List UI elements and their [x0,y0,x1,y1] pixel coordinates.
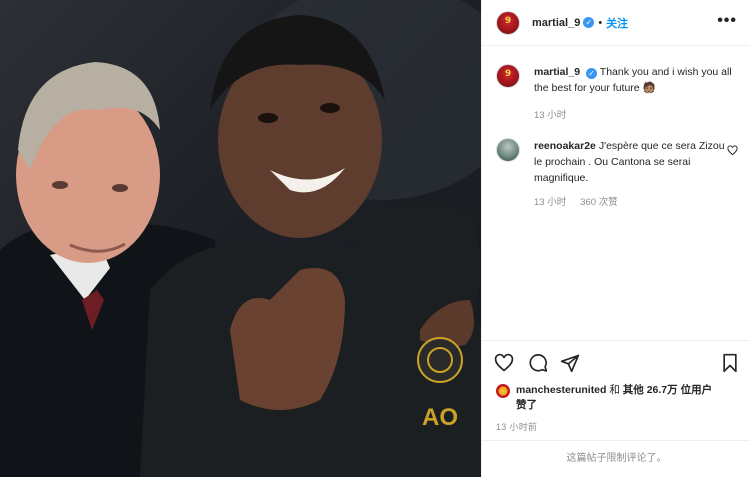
more-options-icon[interactable]: ••• [717,13,737,29]
like-heart-icon[interactable] [494,353,514,373]
post-side-panel: martial_9 ✓ • 关注 ••• martial_9 ✓ Thank y… [481,0,750,477]
post-modal: AO martial_9 ✓ • 关注 ••• martial_9 ✓ Than… [0,0,750,477]
likes-text: manchesterunited 和 其他 26.7万 位用户 赞了 [516,383,712,413]
comment-likes[interactable]: 360 次赞 [580,194,618,208]
comments-limited-notice: 这篇帖子限制评论了。 [482,440,750,477]
caption-time[interactable]: 13 小时 [534,107,566,121]
verified-badge-icon: ✓ [586,68,598,79]
separator-dot: • [598,16,603,29]
likes-summary: manchesterunited 和 其他 26.7万 位用户 赞了 [496,383,736,413]
comment-username[interactable]: reenoakar2e [534,140,596,152]
share-icon[interactable] [560,353,580,373]
comment-time[interactable]: 13 小时 [534,194,566,208]
post-time[interactable]: 13 小时前 [496,420,537,433]
comment-icon[interactable] [528,353,548,373]
likes-account[interactable]: manchesterunited [516,384,606,396]
commenter-avatar[interactable] [496,138,520,162]
svg-text:AO: AO [422,404,458,431]
follow-button[interactable]: 关注 [606,15,628,31]
post-caption: martial_9 ✓ Thank you and i wish you all… [496,64,741,96]
likes-others[interactable]: 其他 26.7万 位用户 [623,384,712,396]
comment-meta: 13 小时 360 次赞 [534,194,618,208]
action-bar [482,340,750,382]
likes-connector: 和 [606,384,623,396]
caption-avatar[interactable] [496,64,520,88]
comment-like-heart-icon[interactable] [727,145,738,156]
manchester-united-avatar-icon[interactable] [496,384,510,398]
verified-badge-icon: ✓ [583,17,595,28]
post-header: martial_9 ✓ • 关注 ••• [482,0,750,46]
author-avatar[interactable] [496,10,520,35]
caption-username[interactable]: martial_9 [534,66,580,78]
caption-body: martial_9 ✓ Thank you and i wish you all… [534,64,741,96]
author-username[interactable]: martial_9 [532,17,580,29]
post-photo[interactable]: AO [0,0,481,477]
comment-item: reenoakar2e J'espère que ce sera Zizou l… [496,138,741,186]
photo-illustration: AO [0,0,481,477]
bookmark-icon[interactable] [720,353,740,373]
comment-body: reenoakar2e J'espère que ce sera Zizou l… [534,138,729,186]
likes-suffix: 赞了 [516,399,537,411]
